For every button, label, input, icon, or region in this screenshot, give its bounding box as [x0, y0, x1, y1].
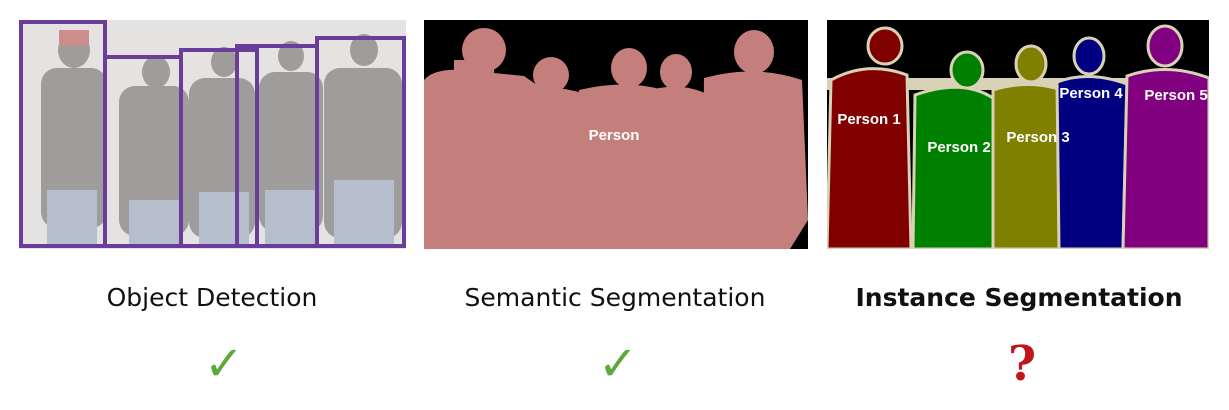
caption-instance-segmentation: Instance Segmentation: [855, 283, 1183, 312]
checkmark-icon: ✓: [203, 336, 245, 392]
instance-label-4: Person 4: [1059, 85, 1123, 102]
checkmark-icon: ✓: [597, 336, 639, 392]
caption-semantic-segmentation: Semantic Segmentation: [464, 283, 766, 312]
semantic-segmentation-image: Person: [424, 20, 808, 249]
instance-label-3: Person 3: [1006, 129, 1069, 146]
caption-object-detection: Object Detection: [106, 283, 318, 312]
semantic-label: Person: [589, 127, 640, 144]
instance-label-2: Person 2: [927, 139, 990, 156]
instance-segmentation-image: Person 1 Person 2 Person 3 Person 4 Pers…: [827, 20, 1209, 249]
question-mark-icon: ?: [1007, 336, 1037, 392]
instance-person-3: [991, 44, 1069, 249]
instance-label-1: Person 1: [837, 111, 900, 128]
object-detection-image: [19, 20, 406, 249]
instance-person-1: [827, 26, 913, 249]
faded-people-photo: [19, 20, 406, 249]
instance-person-5: [1121, 24, 1209, 249]
instance-label-5: Person 5: [1144, 87, 1207, 104]
